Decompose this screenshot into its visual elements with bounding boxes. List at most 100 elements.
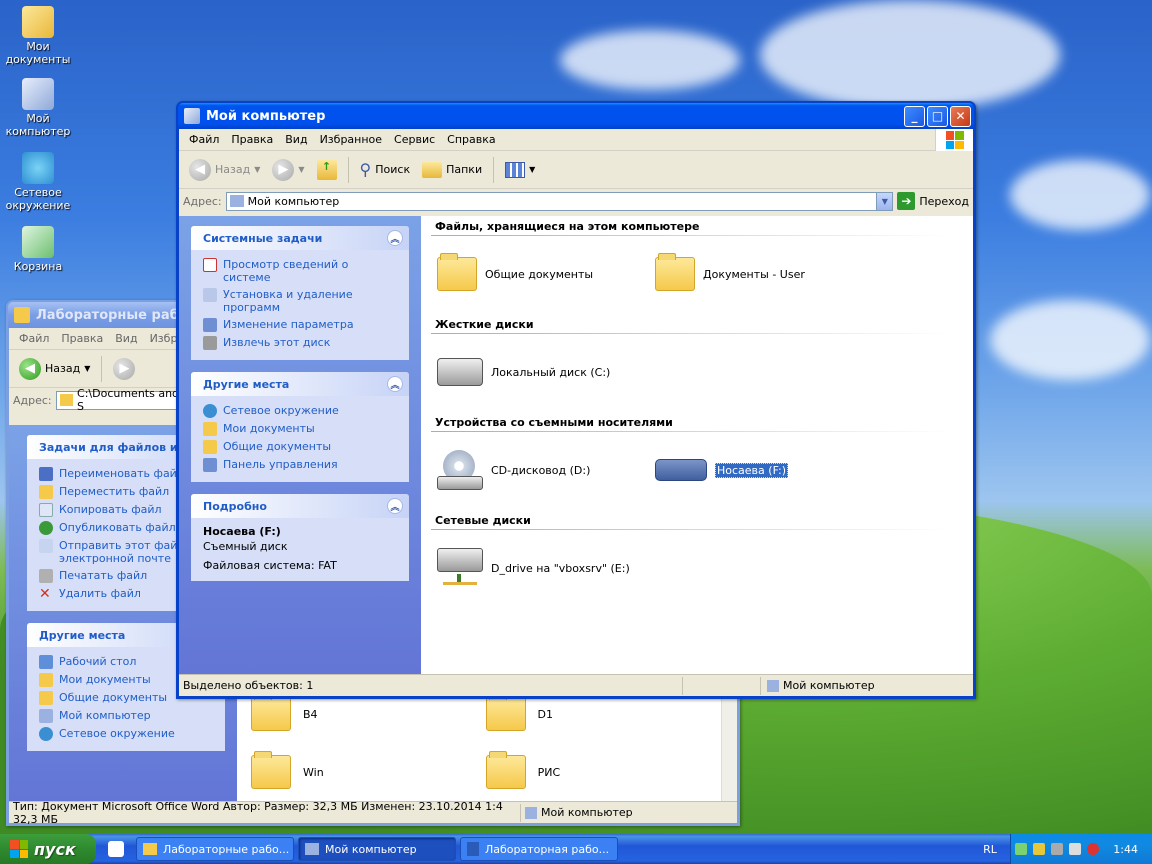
taskbar-button-lab-works[interactable]: Лабораторные рабо...	[136, 837, 294, 861]
network-icon	[39, 727, 53, 741]
folder-item-b4[interactable]: B4	[251, 693, 318, 731]
group-header: Жесткие диски	[421, 314, 973, 334]
go-button[interactable]: ➔ Переход	[897, 192, 969, 210]
tray-security-icon[interactable]	[1087, 843, 1100, 855]
taskbar-button-lab-document[interactable]: Лабораторная рабо...	[460, 837, 618, 861]
folder-icon	[251, 693, 291, 731]
tray-warning-icon[interactable]	[1033, 843, 1046, 855]
menu-file[interactable]: Файл	[13, 332, 55, 345]
panel-header[interactable]: Системные задачи ︽	[191, 226, 409, 250]
window-content: Системные задачи ︽ Просмотр сведений о си…	[179, 216, 973, 674]
forward-button[interactable]: ▶	[109, 356, 139, 382]
view-system-info-link[interactable]: Просмотр сведений о системе	[203, 256, 397, 286]
cd-drive-d-item[interactable]: CD-дисковод (D:)	[421, 450, 639, 490]
address-bar: Адрес: Мой компьютер ▼ ➔ Переход	[179, 189, 973, 213]
folders-button[interactable]: Папки	[418, 160, 486, 180]
chevron-down-icon[interactable]: ▼	[876, 192, 893, 210]
menu-edit[interactable]: Правка	[225, 133, 279, 146]
network-desktop-icon[interactable]: Сетевое окружение	[0, 152, 76, 212]
panel-header[interactable]: Подробно ︽	[191, 494, 409, 518]
folder-item-d1[interactable]: D1	[485, 693, 554, 731]
eject-disk-link[interactable]: Извлечь этот диск	[203, 334, 397, 352]
recycle-bin-desktop-icon[interactable]: Корзина	[0, 226, 76, 273]
my-documents-desktop-icon[interactable]: Мои документы	[0, 6, 76, 66]
address-input[interactable]: Мой компьютер ▼	[225, 191, 894, 211]
item-label: D_drive на "vboxsrv" (E:)	[491, 561, 630, 575]
status-location: Мой компьютер	[521, 804, 633, 822]
taskbar-button-my-computer[interactable]: Мой компьютер	[298, 837, 456, 861]
panel-header[interactable]: Другие места ︽	[191, 372, 409, 396]
collapse-icon[interactable]: ︽	[387, 498, 403, 514]
search-button[interactable]: ⚲ Поиск	[356, 158, 415, 181]
show-desktop-icon[interactable]	[108, 841, 124, 857]
menu-view[interactable]: Вид	[109, 332, 143, 345]
address-input[interactable]: C:\Documents and S	[55, 387, 186, 413]
panel-title: Другие места	[203, 377, 290, 391]
folder-icon	[39, 691, 53, 705]
network-drive-e-item[interactable]: D_drive на "vboxsrv" (E:)	[421, 548, 681, 588]
group-items: D_drive на "vboxsrv" (E:)	[421, 528, 973, 608]
menu-bar: Файл Правка Вид Избранное Сервис Справка	[179, 129, 973, 151]
minimize-button[interactable]: _	[904, 105, 925, 127]
network-link[interactable]: Сетевое окружение	[39, 725, 213, 743]
move-icon	[39, 485, 53, 499]
panel-title: Системные задачи	[203, 231, 323, 245]
my-computer-link[interactable]: Мой компьютер	[39, 707, 213, 725]
views-icon	[505, 161, 526, 178]
folder-icon	[39, 673, 53, 687]
folder-item-ris[interactable]: РИС	[485, 751, 560, 789]
collapse-icon[interactable]: ︽	[387, 230, 403, 246]
go-label: Переход	[919, 194, 969, 208]
tray-network-icon[interactable]	[1015, 843, 1028, 855]
computer-icon	[184, 108, 200, 124]
status-bar: Тип: Документ Microsoft Office Word Авто…	[9, 800, 737, 826]
up-button[interactable]: ↑	[313, 158, 341, 182]
taskbar: пуск Лабораторные рабо... Мой компьютер …	[0, 834, 1152, 864]
folder-item-win[interactable]: Win	[251, 751, 324, 789]
back-label: Назад	[215, 163, 251, 176]
menu-tools[interactable]: Сервис	[388, 133, 441, 146]
group-header: Устройства со съемными носителями	[421, 412, 973, 432]
menu-edit[interactable]: Правка	[55, 332, 109, 345]
my-computer-window[interactable]: Мой компьютер _ □ ✕ Файл Правка Вид Избр…	[176, 101, 976, 699]
user-documents-item[interactable]: Документы - User	[639, 253, 857, 291]
publish-icon	[39, 521, 53, 535]
folder-label: D1	[537, 707, 554, 721]
tray-usb-icon[interactable]	[1069, 843, 1082, 855]
change-setting-link[interactable]: Изменение параметра	[203, 316, 397, 334]
start-button[interactable]: пуск	[0, 834, 96, 864]
menu-view[interactable]: Вид	[279, 133, 313, 146]
add-remove-programs-link[interactable]: Установка и удаление программ	[203, 286, 397, 316]
folder-icon	[437, 253, 477, 291]
language-indicator[interactable]: RL	[970, 843, 1010, 856]
back-button[interactable]: ◀ Назад ▼	[185, 157, 264, 183]
back-button[interactable]: ◀ Назад ▼	[15, 356, 94, 382]
removable-disk-f-item[interactable]: Носаева (F:)	[639, 459, 857, 481]
task-pane: Системные задачи ︽ Просмотр сведений о си…	[179, 216, 421, 674]
close-button[interactable]: ✕	[950, 105, 971, 127]
menu-help[interactable]: Справка	[441, 133, 501, 146]
shared-documents-link[interactable]: Общие документы	[203, 438, 397, 456]
my-computer-desktop-icon[interactable]: Мой компьютер	[0, 78, 76, 138]
control-panel-link[interactable]: Панель управления	[203, 456, 397, 474]
title-bar[interactable]: Мой компьютер _ □ ✕	[178, 103, 974, 129]
collapse-icon[interactable]: ︽	[387, 376, 403, 392]
group-items: Локальный диск (C:)	[421, 332, 973, 412]
status-text: Выделено объектов: 1	[179, 676, 683, 695]
details-type: Съемный диск	[203, 540, 288, 553]
shared-documents-item[interactable]: Общие документы	[421, 253, 639, 291]
maximize-button[interactable]: □	[927, 105, 948, 127]
window-title: Мой компьютер	[206, 108, 326, 124]
menu-favorites[interactable]: Избранное	[314, 133, 388, 146]
cd-drive-icon	[437, 450, 483, 490]
clock[interactable]: 1:44	[1113, 843, 1138, 856]
menu-file[interactable]: Файл	[183, 133, 225, 146]
tray-volume-icon[interactable]	[1051, 843, 1064, 855]
local-disk-c-item[interactable]: Локальный диск (C:)	[421, 358, 639, 386]
address-label: Адрес:	[13, 393, 52, 407]
forward-button[interactable]: ▶ ▼	[268, 157, 308, 183]
my-documents-link[interactable]: Мои документы	[203, 420, 397, 438]
network-link[interactable]: Сетевое окружение	[203, 402, 397, 420]
link-label: Мои документы	[223, 422, 315, 435]
views-button[interactable]: ▼	[501, 160, 539, 180]
